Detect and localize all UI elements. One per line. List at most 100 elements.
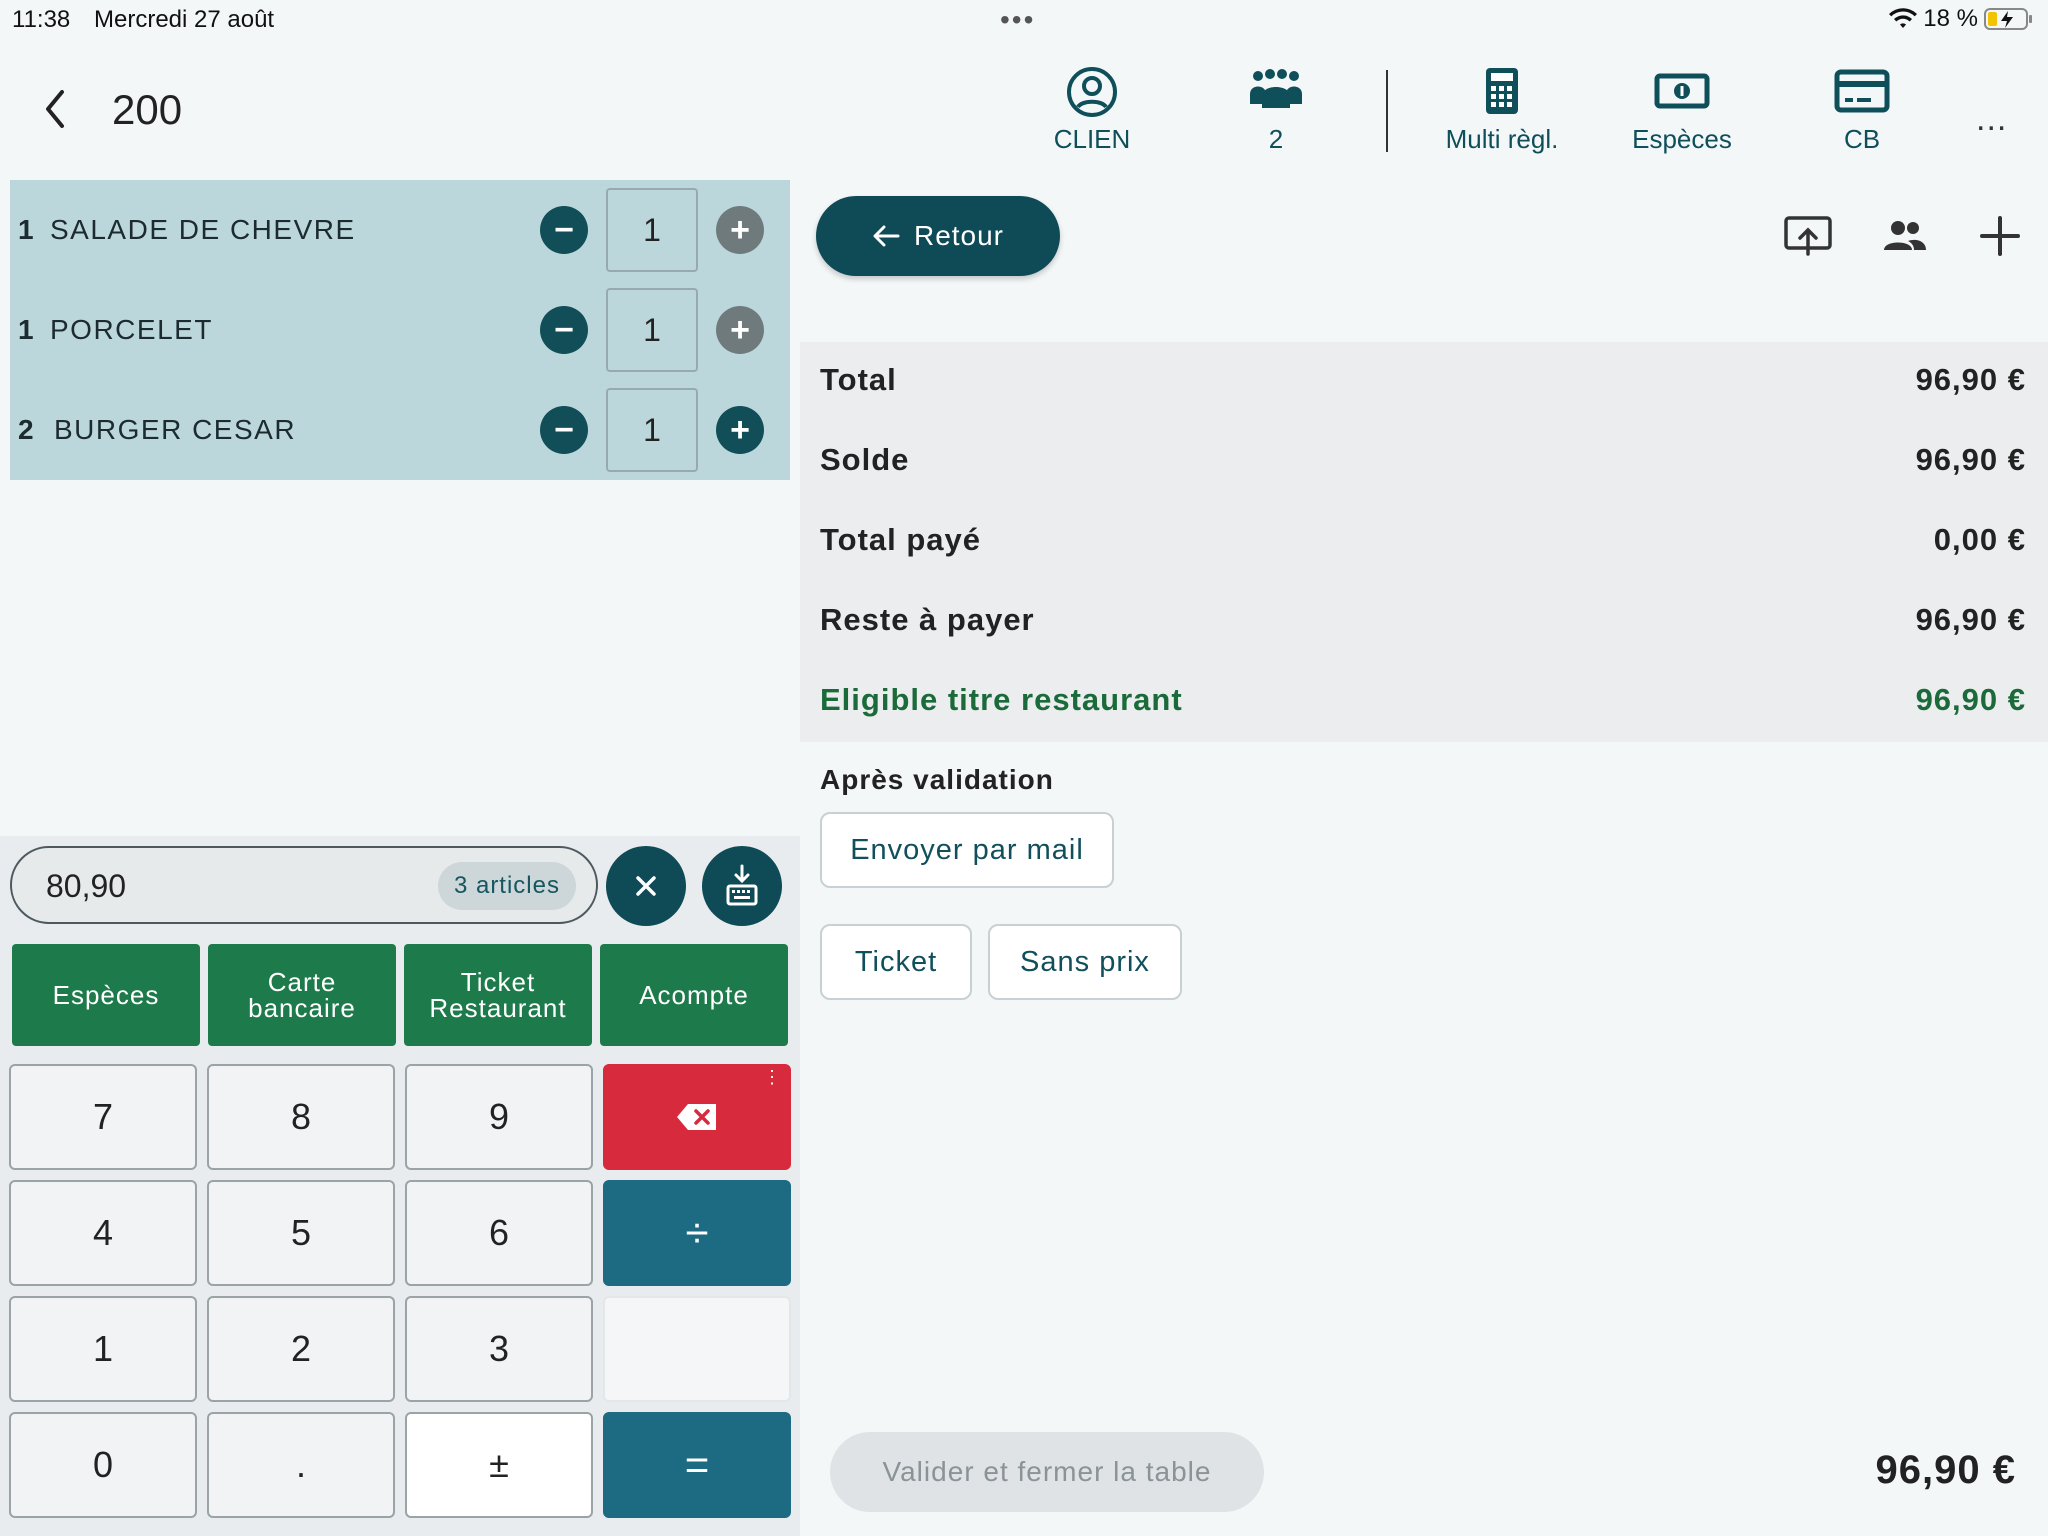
item-qty: 1: [18, 314, 34, 345]
decrease-button[interactable]: −: [540, 206, 588, 254]
add-button[interactable]: [1974, 210, 2026, 262]
increase-button[interactable]: +: [716, 406, 764, 454]
summary-value: 0,00 €: [1933, 522, 2026, 557]
people-group-icon: [1250, 69, 1302, 108]
table-number: 200: [112, 86, 183, 133]
grand-total: 96,90 €: [1875, 1448, 2016, 1492]
key-3[interactable]: 3: [405, 1296, 593, 1402]
item-name: BURGER CESAR: [54, 414, 297, 445]
screen-share-icon: [1784, 216, 1832, 256]
multi-payment-button[interactable]: Multi règl.: [1430, 64, 1574, 174]
summary-value: 96,90 €: [1915, 682, 2026, 717]
summary-reste: Reste à payer 96,90 €: [820, 602, 2026, 662]
cash-icon: [1654, 73, 1710, 109]
kebab-menu-icon[interactable]: ⋮: [763, 1068, 781, 1086]
order-row[interactable]: 2 BURGER CESAR − 1 +: [10, 380, 790, 480]
summary-value: 96,90 €: [1915, 442, 2026, 477]
guests-button[interactable]: [1878, 210, 1930, 262]
multi-payment-label: Multi règl.: [1445, 124, 1559, 154]
quantity-field[interactable]: 1: [606, 288, 698, 372]
status-date: Mercredi 27 août: [94, 6, 275, 33]
keyboard-download-icon: [726, 864, 758, 906]
decrease-button[interactable]: −: [540, 306, 588, 354]
key-8[interactable]: 8: [207, 1064, 395, 1170]
item-qty: 1: [18, 214, 34, 245]
increase-button[interactable]: +: [716, 306, 764, 354]
item-name: PORCELET: [50, 314, 213, 345]
divide-button[interactable]: ÷: [603, 1180, 791, 1286]
chevron-left-icon: [46, 90, 64, 128]
send-mail-button[interactable]: Envoyer par mail: [820, 812, 1114, 888]
key-plus-minus[interactable]: ±: [405, 1412, 593, 1518]
status-time: 11:38: [12, 6, 71, 33]
more-options-icon[interactable]: ...: [1976, 100, 2007, 139]
pay-deposit-button[interactable]: Acompte: [600, 944, 788, 1046]
key-1[interactable]: 1: [9, 1296, 197, 1402]
decrease-button[interactable]: −: [540, 406, 588, 454]
backspace-icon: [677, 1104, 716, 1130]
key-4[interactable]: 4: [9, 1180, 197, 1286]
back-button[interactable]: [36, 84, 76, 134]
pay-card-button[interactable]: Carte bancaire: [208, 944, 396, 1046]
clear-button[interactable]: [606, 846, 686, 926]
calculator-icon: [1486, 68, 1518, 114]
item-qty: 2: [18, 414, 34, 445]
summary-label: Reste à payer: [820, 602, 1035, 637]
status-bar: 11:38 Mercredi 27 août ••• 18 %: [0, 0, 2048, 40]
quantity-field[interactable]: 1: [606, 188, 698, 272]
key-2[interactable]: 2: [207, 1296, 395, 1402]
amount-input[interactable]: 80,90 3 articles: [10, 846, 598, 924]
plus-icon: +: [730, 411, 750, 449]
empty-key: [603, 1296, 791, 1402]
close-icon: [636, 876, 656, 896]
key-5[interactable]: 5: [207, 1180, 395, 1286]
key-6[interactable]: 6: [405, 1180, 593, 1286]
summary-value: 96,90 €: [1915, 362, 2026, 397]
increase-button[interactable]: +: [716, 206, 764, 254]
order-row[interactable]: 1 SALADE DE CHEVRE − 1 +: [10, 180, 790, 280]
plus-icon: +: [730, 211, 750, 249]
ticket-button[interactable]: Ticket: [820, 924, 972, 1000]
summary-label: Total payé: [820, 522, 982, 557]
covers-button[interactable]: 2: [1206, 64, 1346, 174]
key-9[interactable]: 9: [405, 1064, 593, 1170]
user-circle-icon: [1067, 67, 1117, 117]
retour-button[interactable]: Retour: [816, 196, 1060, 276]
plus-icon: +: [730, 311, 750, 349]
order-row[interactable]: 1 PORCELET − 1 +: [10, 280, 790, 380]
payment-summary: Total 96,90 € Solde 96,90 € Total payé 0…: [800, 342, 2048, 742]
key-7[interactable]: 7: [9, 1064, 197, 1170]
item-name: SALADE DE CHEVRE: [50, 214, 356, 245]
keyboard-toggle-button[interactable]: [702, 846, 782, 926]
key-decimal[interactable]: .: [207, 1412, 395, 1518]
multitask-dots[interactable]: •••: [1000, 4, 1035, 36]
summary-label: Total: [820, 362, 897, 397]
customer-display-button[interactable]: [1782, 210, 1834, 262]
card-button[interactable]: CB: [1792, 64, 1932, 174]
people-icon: [1884, 221, 1926, 250]
equals-button[interactable]: =: [603, 1412, 791, 1518]
backspace-button[interactable]: ⋮: [603, 1064, 791, 1170]
pay-cash-button[interactable]: Espèces: [12, 944, 200, 1046]
validate-close-table-button[interactable]: Valider et fermer la table: [830, 1432, 1264, 1512]
summary-solde: Solde 96,90 €: [820, 442, 2026, 502]
wifi-icon: [1889, 8, 1918, 28]
summary-label: Solde: [820, 442, 910, 477]
pay-ticket-restaurant-button[interactable]: Ticket Restaurant: [404, 944, 592, 1046]
key-0[interactable]: 0: [9, 1412, 197, 1518]
client-button[interactable]: CLIEN: [1022, 64, 1162, 174]
sans-prix-button[interactable]: Sans prix: [988, 924, 1182, 1000]
header-divider: [1386, 70, 1388, 152]
retour-label: Retour: [913, 220, 1005, 251]
battery-charging-icon: [1984, 8, 2032, 30]
minus-icon: −: [554, 411, 574, 449]
articles-badge: 3 articles: [437, 862, 576, 910]
plus-icon: [1980, 216, 2020, 256]
card-label: CB: [1843, 124, 1881, 154]
quantity-field[interactable]: 1: [606, 388, 698, 472]
top-header: 200 CLIEN 2 Multi règl. Espèces CB ...: [0, 40, 2048, 180]
order-list: 1 SALADE DE CHEVRE − 1 + 1 PORCELET − 1 …: [10, 180, 790, 480]
cash-button[interactable]: Espèces: [1612, 64, 1752, 174]
battery-percent: 18 %: [1923, 5, 1978, 32]
after-validation-heading: Après validation: [820, 764, 1054, 795]
